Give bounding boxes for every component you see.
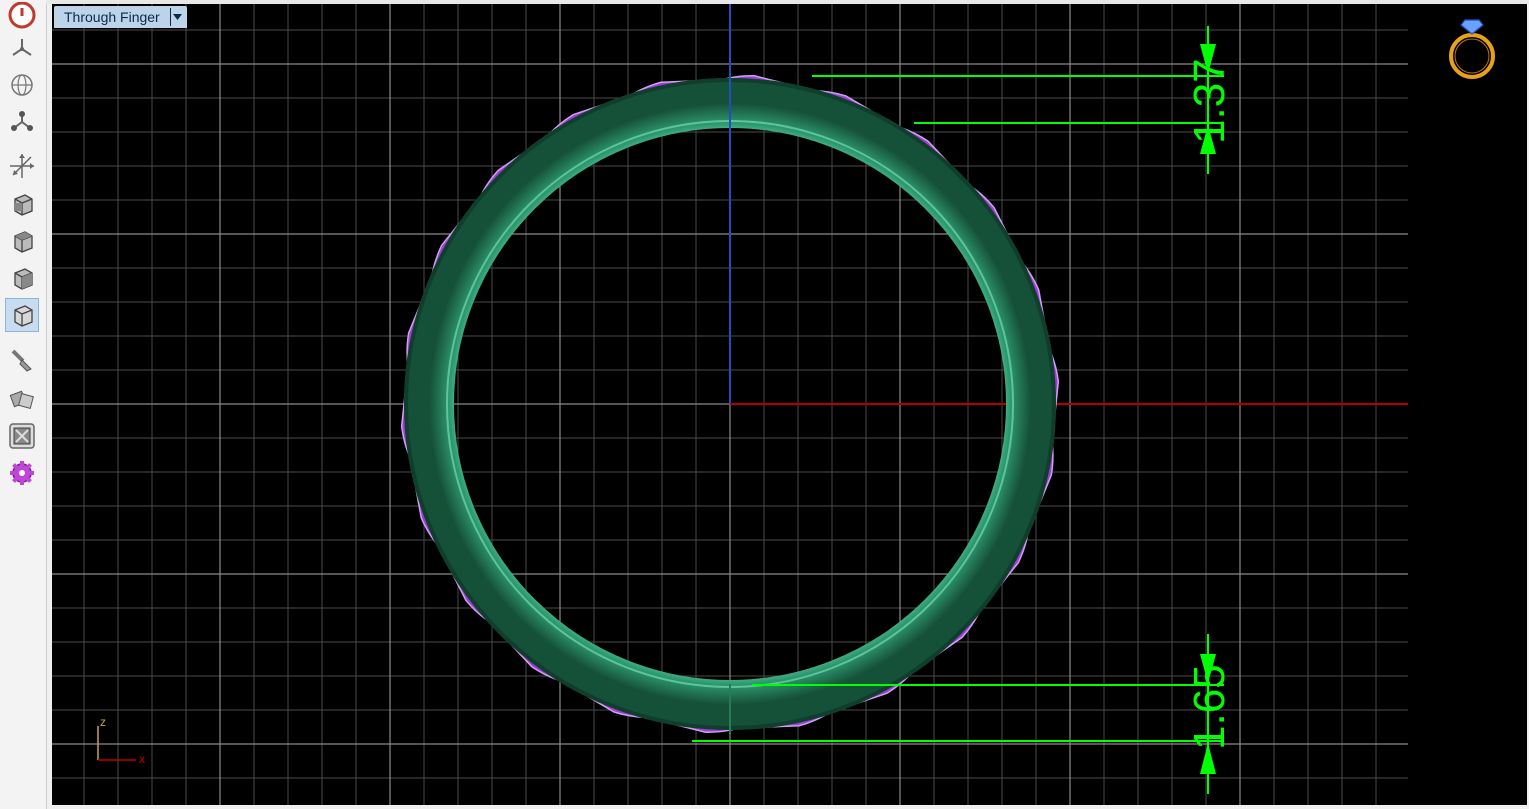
- globe-view-button[interactable]: [5, 68, 39, 102]
- nodes-icon: [7, 106, 37, 136]
- rotate-view-icon: [7, 33, 37, 63]
- settings-gear-icon: [7, 458, 37, 488]
- cube-front-view-icon: [7, 189, 37, 219]
- cube-side-view-icon: [7, 263, 37, 293]
- globe-icon: [7, 70, 37, 100]
- brush-tool-icon: [7, 345, 37, 375]
- front-view-button[interactable]: [5, 187, 39, 221]
- view-selector[interactable]: Through Finger: [54, 6, 187, 28]
- render-frame-button[interactable]: [5, 419, 39, 453]
- power-button[interactable]: [5, 0, 39, 34]
- axis-x-label: x: [139, 752, 145, 766]
- axis-indicator: z x: [97, 715, 145, 766]
- top-view-button[interactable]: [5, 224, 39, 258]
- axes-move-button[interactable]: [5, 149, 39, 183]
- shapes-tool-button[interactable]: [5, 381, 39, 415]
- render-frame-icon: [7, 421, 37, 451]
- side-view-button[interactable]: [5, 261, 39, 295]
- axis-z-label: z: [100, 715, 106, 729]
- nodes-button[interactable]: [5, 104, 39, 138]
- perspective-view-button[interactable]: [5, 298, 39, 332]
- cube-top-view-icon: [7, 226, 37, 256]
- viewport-through-finger[interactable]: 1.37 1.65 z x Through Finger: [52, 4, 1527, 805]
- dimension-top-value: 1.37: [1185, 58, 1234, 144]
- brush-tool-button[interactable]: [5, 343, 39, 377]
- settings-button[interactable]: [5, 456, 39, 490]
- power-icon: [7, 2, 37, 32]
- shapes-tool-icon: [7, 383, 37, 413]
- view-name-label: Through Finger: [64, 9, 160, 25]
- ring-logo-icon[interactable]: [1449, 19, 1495, 79]
- viewport-canvas[interactable]: 1.37 1.65 z x: [52, 4, 1527, 805]
- chevron-down-icon[interactable]: [169, 8, 184, 26]
- axes-move-icon: [7, 151, 37, 181]
- left-toolbar: [0, 0, 47, 809]
- dimension-bottom-value: 1.65: [1185, 664, 1234, 750]
- rotate-view-button[interactable]: [5, 31, 39, 65]
- cube-perspective-view-icon: [7, 300, 37, 330]
